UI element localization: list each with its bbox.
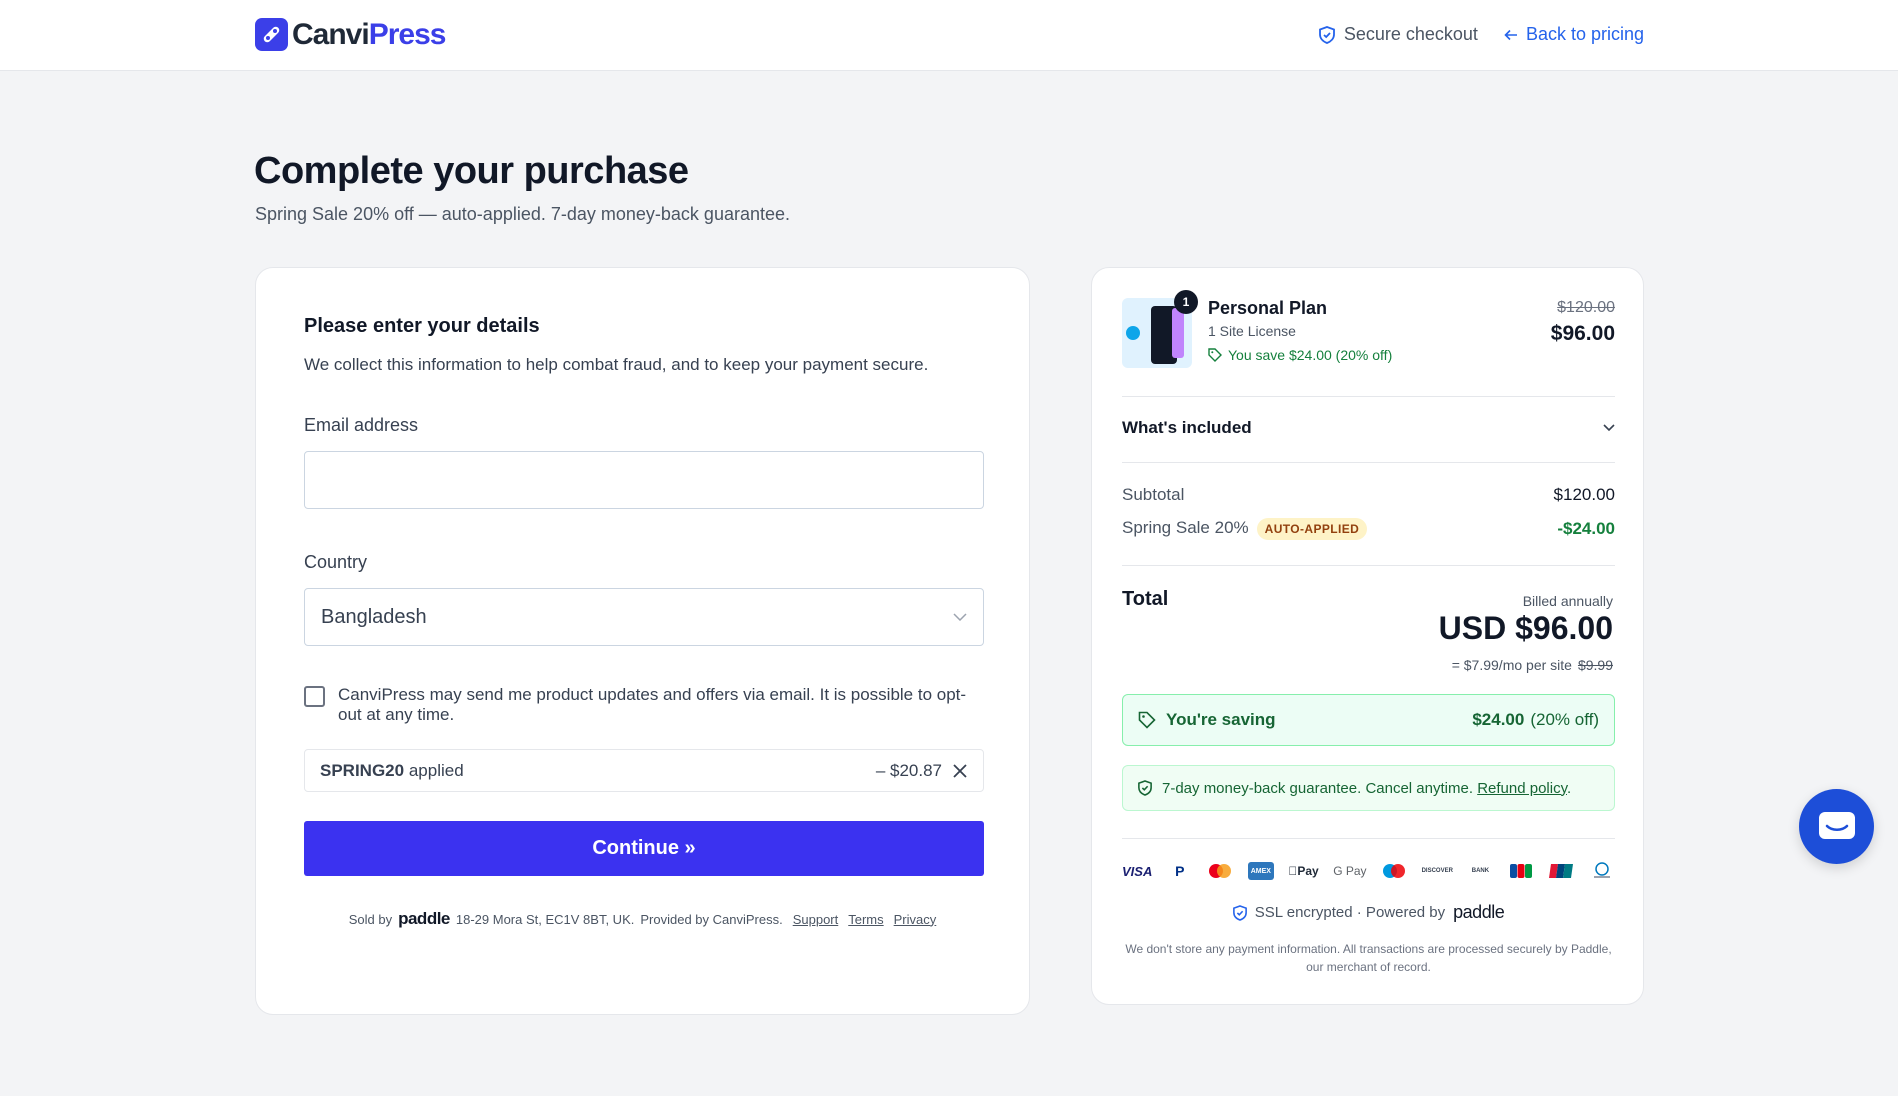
apple-pay-icon: Pay — [1288, 864, 1318, 878]
tag-icon — [1138, 711, 1156, 729]
chat-icon — [1818, 811, 1855, 839]
optin-checkbox[interactable] — [304, 686, 325, 707]
quantity-badge: 1 — [1174, 290, 1198, 314]
google-pay-icon: G Pay — [1330, 864, 1366, 878]
discount-label: Spring Sale 20% — [1122, 518, 1249, 537]
details-card: Please enter your details We collect thi… — [255, 267, 1030, 1015]
discount-value: -$24.00 — [1557, 519, 1615, 538]
support-link[interactable]: Support — [793, 912, 839, 927]
order-summary-card: 1 Personal Plan 1 Site License You save … — [1091, 267, 1644, 1005]
total-label: Total — [1122, 588, 1169, 610]
promo-amount: – $20.87 — [875, 760, 942, 780]
ssl-text: SSL encrypted · Powered by — [1254, 904, 1446, 921]
auto-applied-badge: AUTO-APPLIED — [1256, 518, 1368, 540]
country-value: Bangladesh — [321, 605, 427, 628]
discover-icon: DISCOVER — [1419, 868, 1453, 874]
page-title: Complete your purchase — [254, 150, 689, 192]
seller-address: 18-29 Mora St, EC1V 8BT, UK. — [455, 911, 635, 927]
ssl-line: SSL encrypted · Powered by paddle — [1092, 902, 1645, 923]
bank-icon: BANK — [1470, 868, 1489, 874]
divider — [1122, 396, 1615, 397]
secure-checkout: Secure checkout — [1318, 24, 1478, 45]
sale-price: $96.00 — [1550, 322, 1615, 345]
promo-code-row: SPRING20 applied – $20.87 — [304, 749, 984, 792]
savings-percent: (20% off) — [1530, 710, 1599, 729]
chat-button[interactable] — [1799, 789, 1874, 864]
subtotal-row: Subtotal $120.00 — [1122, 485, 1615, 505]
optin-label: CanviPress may send me product updates a… — [338, 685, 967, 724]
secure-checkout-label: Secure checkout — [1343, 24, 1478, 44]
terms-link[interactable]: Terms — [848, 912, 883, 927]
tag-icon — [1208, 348, 1222, 362]
paypal-icon: P — [1175, 863, 1185, 879]
product-license: 1 Site License — [1208, 323, 1296, 339]
refund-policy-link[interactable]: Refund policy — [1477, 780, 1567, 797]
paddle-logo: paddle — [1453, 902, 1505, 922]
product-line: 1 Personal Plan 1 Site License You save … — [1122, 290, 1615, 396]
sold-by-label: Sold by — [348, 911, 393, 927]
logo-text: CanviPress — [292, 18, 446, 51]
payment-disclaimer: We don't store any payment information. … — [1125, 942, 1612, 974]
close-icon[interactable] — [952, 763, 968, 779]
unionpay-icon — [1548, 862, 1574, 880]
arrow-left-icon — [1504, 29, 1517, 40]
whats-included-label: What's included — [1122, 418, 1252, 437]
discount-row: Spring Sale 20% AUTO-APPLIED -$24.00 — [1122, 518, 1615, 540]
promo-status: SPRING20 applied — [320, 761, 464, 781]
back-to-pricing-label: Back to pricing — [1525, 24, 1644, 44]
seller-footer: Sold by paddle 18-29 Mora St, EC1V 8BT, … — [256, 909, 1029, 929]
per-site-old: $9.99 — [1577, 657, 1613, 673]
amex-icon: AMEX — [1247, 862, 1274, 880]
privacy-link[interactable]: Privacy — [894, 912, 937, 927]
shield-check-icon — [1138, 780, 1152, 796]
divider — [1122, 462, 1615, 463]
shield-check-icon — [1318, 25, 1335, 44]
per-site-price: = $7.99/mo per site $9.99 — [1452, 657, 1613, 673]
savings-amount: $24.00 — [1472, 710, 1525, 729]
chevron-down-icon — [1603, 424, 1615, 432]
billing-period: Billed annually — [1522, 593, 1613, 609]
top-bar: CanviPress Secure checkout Back to prici… — [0, 0, 1898, 71]
guarantee-text: 7-day money-back guarantee. Cancel anyti… — [1162, 779, 1572, 797]
marketing-optin[interactable]: CanviPress may send me product updates a… — [304, 685, 984, 725]
back-to-pricing-link[interactable]: Back to pricing — [1504, 24, 1644, 45]
subtotal-value: $120.00 — [1553, 485, 1615, 504]
total-value: USD $96.00 — [1438, 610, 1613, 646]
provided-by: Provided by CanviPress. — [640, 911, 783, 927]
page-subtitle: Spring Sale 20% off — auto-applied. 7-da… — [255, 204, 790, 224]
details-title: Please enter your details — [304, 315, 540, 337]
visa-icon: VISA — [1122, 863, 1153, 879]
mastercard-icon — [1207, 862, 1233, 880]
logo-icon — [255, 18, 288, 51]
product-name: Personal Plan — [1208, 298, 1328, 318]
continue-button[interactable]: Continue » — [304, 821, 984, 876]
subtotal-label: Subtotal — [1122, 485, 1185, 504]
email-label: Email address — [304, 415, 419, 435]
promo-code: SPRING20 — [320, 760, 405, 780]
email-field[interactable] — [304, 451, 984, 509]
per-site-current: = $7.99/mo per site — [1451, 657, 1572, 673]
divider — [1122, 565, 1615, 566]
product-savings: You save $24.00 (20% off) — [1208, 347, 1392, 363]
diners-club-icon — [1589, 862, 1615, 880]
savings-label: You're saving — [1166, 710, 1276, 729]
savings-banner: You're saving $24.00 (20% off) — [1122, 694, 1615, 746]
divider — [1122, 838, 1615, 839]
shield-check-icon — [1232, 904, 1247, 921]
original-price: $120.00 — [1557, 299, 1615, 316]
canvipress-logo[interactable]: CanviPress — [255, 18, 446, 51]
whats-included-toggle[interactable]: What's included — [1122, 418, 1615, 438]
guarantee-banner: 7-day money-back guarantee. Cancel anyti… — [1122, 765, 1615, 811]
chevron-down-icon — [953, 613, 967, 621]
country-select[interactable]: Bangladesh — [304, 588, 984, 646]
paddle-logo: paddle — [398, 909, 450, 928]
maestro-icon — [1381, 862, 1407, 880]
jcb-icon — [1508, 862, 1534, 880]
product-savings-label: You save $24.00 (20% off) — [1228, 347, 1393, 363]
details-description: We collect this information to help comb… — [304, 355, 929, 374]
promo-applied: applied — [408, 760, 464, 780]
country-label: Country — [304, 552, 368, 572]
payment-methods: VISA P AMEX Pay G Pay DISCOVER BANK — [1122, 862, 1615, 880]
